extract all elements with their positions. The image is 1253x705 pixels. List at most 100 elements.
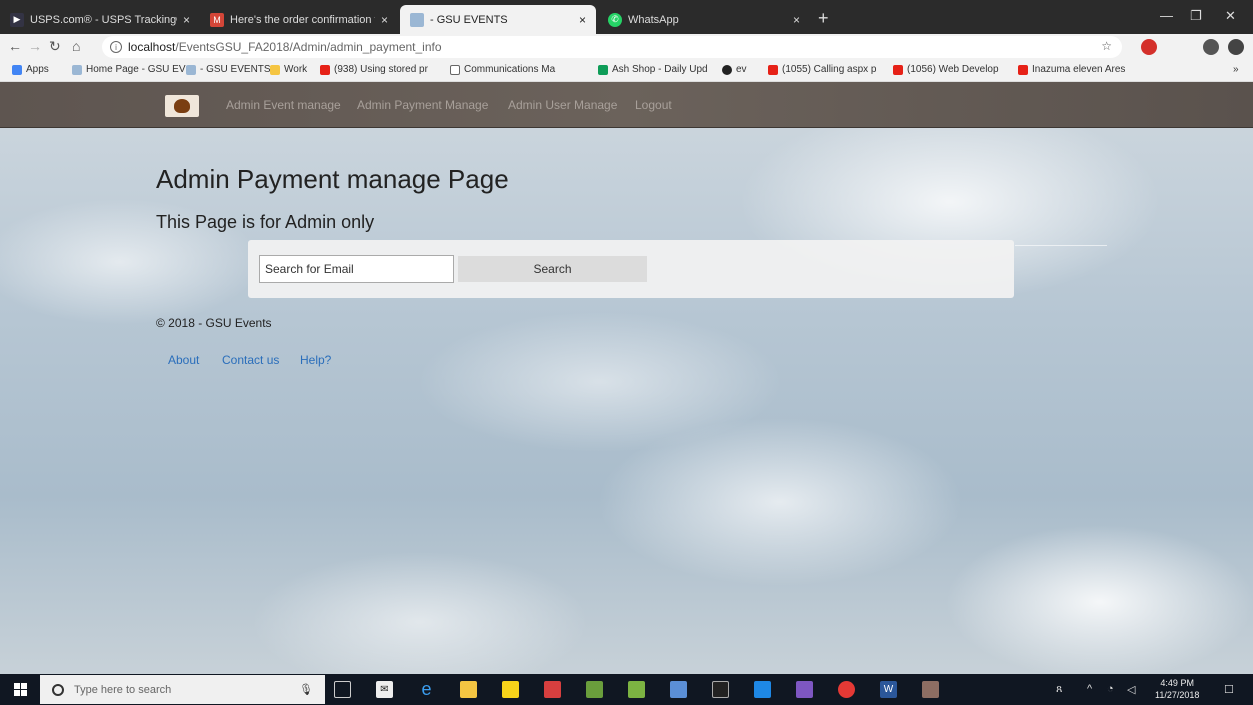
close-window-icon[interactable]: ✕	[1225, 8, 1236, 24]
bookmark-label: Apps	[26, 64, 49, 75]
bookmark-gsu-events[interactable]: - GSU EVENTS	[186, 64, 271, 75]
app-icon[interactable]	[754, 681, 771, 698]
nav-logout[interactable]: Logout	[635, 98, 672, 112]
email-search-input[interactable]	[259, 255, 454, 283]
app-icon[interactable]	[628, 681, 645, 698]
bookmark-label: (1055) Calling aspx p	[782, 64, 877, 75]
forward-icon[interactable]: →	[28, 38, 42, 54]
bookmark-label: - GSU EVENTS	[200, 64, 271, 75]
divider	[1015, 245, 1107, 246]
people-icon[interactable]: ጸ	[1056, 683, 1062, 696]
home-icon[interactable]: ⌂	[72, 38, 80, 54]
tab-gsu-events[interactable]: - GSU EVENTS ×	[400, 5, 596, 34]
bookmark-label: (1056) Web Develop	[907, 64, 999, 75]
bookmark-home-page[interactable]: Home Page - GSU EV	[72, 64, 185, 75]
extension-icon[interactable]	[1203, 39, 1219, 55]
sheets-icon	[598, 64, 608, 75]
close-tab-icon[interactable]: ×	[793, 13, 800, 27]
nav-admin-payment-manage[interactable]: Admin Payment Manage	[357, 98, 488, 112]
page-title: Admin Payment manage Page	[156, 164, 509, 194]
taskbar-search-placeholder: Type here to search	[74, 683, 172, 696]
usps-icon: ▶	[10, 12, 24, 27]
microphone-icon[interactable]: 🎙	[299, 683, 313, 696]
close-tab-icon[interactable]: ×	[579, 13, 586, 27]
info-icon[interactable]: i	[110, 41, 122, 53]
bookmark-work[interactable]: Work	[270, 64, 307, 75]
bookmark-star-icon[interactable]: ☆	[1101, 39, 1112, 53]
mail-icon[interactable]: ✉	[376, 681, 393, 698]
file-explorer-icon[interactable]	[460, 681, 477, 698]
app-icon[interactable]	[544, 681, 561, 698]
bookmark-label: Inazuma eleven Ares	[1032, 64, 1126, 75]
tab-usps[interactable]: ▶ USPS.com® - USPS Tracking® Re ×	[0, 5, 200, 34]
youtube-icon	[893, 64, 903, 75]
chevron-up-icon[interactable]: ^	[1087, 683, 1092, 695]
footer-about-link[interactable]: About	[168, 353, 199, 367]
address-toolbar: ← → ↻ ⌂ i localhost/EventsGSU_FA2018/Adm…	[0, 34, 1253, 60]
back-icon[interactable]: ←	[8, 38, 22, 54]
tab-whatsapp[interactable]: ✆ WhatsApp ×	[598, 5, 810, 34]
tab-label: - GSU EVENTS	[430, 13, 508, 26]
taskbar-search-box[interactable]: Type here to search 🎙	[40, 675, 325, 704]
nav-admin-event-manage[interactable]: Admin Event manage	[226, 98, 341, 112]
bookmark-communications[interactable]: Communications Ma	[450, 64, 555, 75]
browser-tab-strip: ▶ USPS.com® - USPS Tracking® Re × M Here…	[0, 0, 1253, 34]
page-icon	[72, 64, 82, 75]
taskbar-clock[interactable]: 4:49 PM 11/27/2018	[1155, 677, 1199, 701]
paint-icon[interactable]	[922, 681, 939, 698]
bookmarks-bar: Apps Home Page - GSU EV - GSU EVENTS Wor…	[0, 60, 1253, 82]
tab-label: USPS.com® - USPS Tracking® Re	[30, 13, 177, 26]
bookmark-inazuma[interactable]: Inazuma eleven Ares	[1018, 64, 1125, 75]
bookmark-apps[interactable]: Apps	[12, 64, 49, 75]
adblock-icon[interactable]	[1141, 39, 1157, 55]
terminal-icon[interactable]	[712, 681, 729, 698]
app-icon[interactable]	[586, 681, 603, 698]
url-bar[interactable]: i localhost/EventsGSU_FA2018/Admin/admin…	[102, 36, 1122, 58]
bookmark-youtube-1055[interactable]: (1055) Calling aspx p	[768, 64, 877, 75]
volume-icon[interactable]: ◁	[1127, 683, 1135, 696]
footer-help-link[interactable]: Help?	[300, 353, 331, 367]
doc-icon	[450, 64, 460, 75]
wifi-icon[interactable]: ◔	[1107, 683, 1114, 695]
profile-icon[interactable]	[1228, 39, 1244, 55]
nav-admin-user-manage[interactable]: Admin User Manage	[508, 98, 617, 112]
close-tab-icon[interactable]: ×	[381, 13, 388, 27]
whatsapp-icon: ✆	[608, 12, 622, 27]
bookmark-ash-shop[interactable]: Ash Shop - Daily Upd	[598, 64, 708, 75]
new-tab-icon[interactable]: +	[818, 8, 829, 29]
search-button[interactable]: Search	[458, 256, 647, 282]
clock-date: 11/27/2018	[1155, 690, 1200, 700]
bookmark-youtube-1056[interactable]: (1056) Web Develop	[893, 64, 999, 75]
page-icon	[410, 12, 424, 27]
cortana-icon	[52, 683, 64, 696]
tab-gmail[interactable]: M Here's the order confirmation fo ×	[200, 5, 398, 34]
sticky-notes-icon[interactable]	[502, 681, 519, 698]
bookmark-label: Ash Shop - Daily Upd	[612, 64, 708, 75]
notification-icon[interactable]: ☐	[1224, 683, 1234, 696]
youtube-icon	[768, 64, 778, 75]
windows-start-icon[interactable]	[14, 683, 27, 696]
youtube-icon	[320, 64, 330, 75]
url-host: localhost	[128, 40, 176, 54]
reload-icon[interactable]: ↻	[49, 38, 61, 55]
restore-icon[interactable]: ❐	[1190, 8, 1202, 24]
visual-studio-icon[interactable]	[796, 681, 813, 698]
footer-contact-link[interactable]: Contact us	[222, 353, 279, 367]
task-view-icon[interactable]	[334, 681, 351, 698]
page-subtitle: This Page is for Admin only	[156, 212, 375, 232]
edge-icon[interactable]: e	[418, 679, 435, 699]
more-bookmarks-icon[interactable]: »	[1233, 64, 1239, 75]
folder-icon	[270, 64, 280, 75]
app-icon[interactable]	[670, 681, 687, 698]
tab-label: WhatsApp	[628, 13, 679, 26]
close-tab-icon[interactable]: ×	[183, 13, 190, 27]
gsu-jaguars-logo[interactable]	[165, 95, 199, 117]
chrome-icon[interactable]	[838, 681, 855, 698]
bookmark-ev[interactable]: ev	[722, 64, 747, 75]
gmail-icon: M	[210, 12, 224, 27]
minimize-icon[interactable]: —	[1160, 8, 1173, 23]
github-icon	[722, 64, 732, 75]
word-icon[interactable]: W	[880, 681, 897, 698]
bookmark-label: Work	[284, 64, 308, 75]
bookmark-youtube-938[interactable]: (938) Using stored pr	[320, 64, 428, 75]
